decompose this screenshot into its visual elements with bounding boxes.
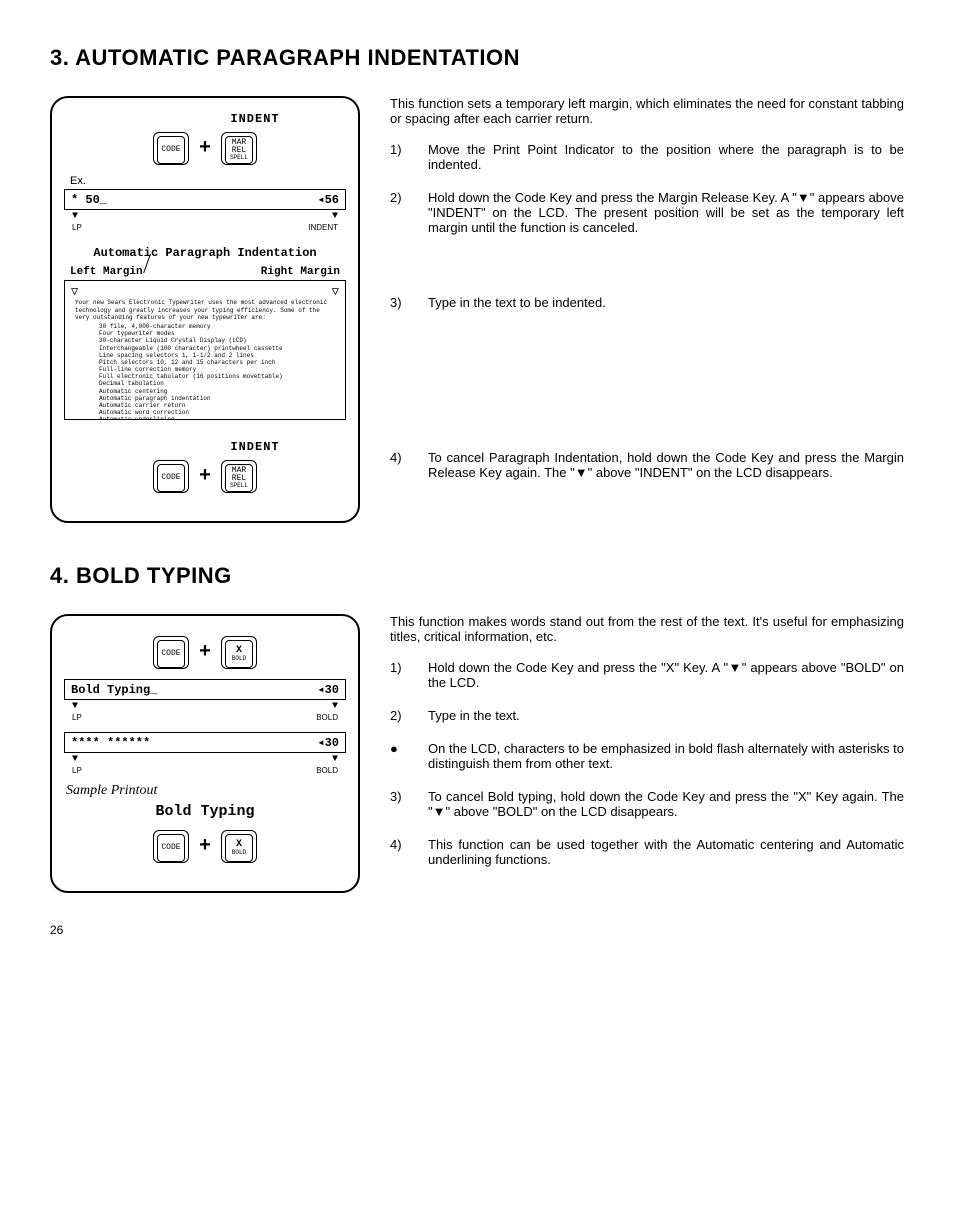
step-1: 1)Move the Print Point Indicator to the … — [390, 142, 904, 172]
key-combo-indent-bottom: CODE + MARRELSPELL — [64, 460, 346, 493]
step-2: 2)Type in the text. — [390, 708, 904, 723]
triangle-down-icon: ▼ — [72, 701, 78, 712]
key-combo-bold-bottom: CODE + XBOLD — [64, 830, 346, 863]
triangle-down-icon: ▼ — [332, 754, 338, 765]
triangle-down-icon: ▼ — [332, 701, 338, 712]
lp-label: LP — [72, 766, 82, 775]
section-3-intro: This function sets a temporary left marg… — [390, 96, 904, 126]
section-3-title: 3. AUTOMATIC PARAGRAPH INDENTATION — [50, 45, 904, 71]
right-margin-label: Right Margin — [261, 266, 340, 278]
step-4: 4)This function can be used together wit… — [390, 837, 904, 867]
lp-label: LP — [72, 223, 82, 232]
lcd-bold-2: **** ****** ◂30 — [64, 732, 346, 753]
page-number: 26 — [50, 923, 904, 937]
code-key: CODE — [153, 830, 189, 863]
step-3: 3)Type in the text to be indented. — [390, 295, 904, 310]
bold-label-small: BOLD — [316, 713, 338, 722]
code-key: CODE — [153, 460, 189, 493]
mar-rel-key: MARRELSPELL — [221, 132, 257, 165]
indent-label-small: INDENT — [308, 223, 338, 232]
indent-heading-2: INDENT — [164, 440, 346, 454]
step-1: 1)Hold down the Code Key and press the "… — [390, 660, 904, 690]
step-bullet: ●On the LCD, characters to be emphasized… — [390, 741, 904, 771]
triangle-down-icon: ▼ — [332, 211, 338, 222]
step-2: 2)Hold down the Code Key and press the M… — [390, 190, 904, 235]
triangle-down-icon: ▼ — [72, 211, 78, 222]
figure-indent-panel: INDENT CODE + MARRELSPELL Ex. * 50_ ◂56 … — [50, 96, 360, 523]
lp-label: LP — [72, 713, 82, 722]
section-4-title: 4. BOLD TYPING — [50, 563, 904, 589]
triangle-open-icon: ▽ — [71, 285, 78, 299]
section-4-intro: This function makes words stand out from… — [390, 614, 904, 644]
mar-rel-key: MARRELSPELL — [221, 460, 257, 493]
example-label: Ex. — [70, 175, 346, 187]
sample-printout-label: Sample Printout — [66, 783, 346, 799]
plus-icon: + — [199, 465, 211, 488]
lcd-bold-1: Bold Typing_ ◂30 — [64, 679, 346, 700]
plus-icon: + — [199, 835, 211, 858]
indented-page-illustration: ▽ ▽ Your new Sears Electronic Typewriter… — [64, 280, 346, 420]
step-3: 3)To cancel Bold typing, hold down the C… — [390, 789, 904, 819]
triangle-down-icon: ▼ — [72, 754, 78, 765]
plus-icon: + — [199, 137, 211, 160]
triangle-open-icon: ▽ — [332, 285, 339, 299]
bold-sample-text: Bold Typing — [64, 803, 346, 820]
step-4: 4)To cancel Paragraph Indentation, hold … — [390, 450, 904, 480]
x-bold-key: XBOLD — [221, 830, 257, 863]
figure-bold-panel: CODE + XBOLD Bold Typing_ ◂30 ▼ ▼ LP BOL… — [50, 614, 360, 893]
key-combo-bold-top: CODE + XBOLD — [64, 636, 346, 669]
indent-heading: INDENT — [164, 112, 346, 126]
bold-label-small: BOLD — [316, 766, 338, 775]
key-combo-indent-top: CODE + MARRELSPELL — [64, 132, 346, 165]
plus-icon: + — [199, 641, 211, 664]
left-margin-label: Left Margin — [70, 266, 143, 278]
lcd-display-1: * 50_ ◂56 — [64, 189, 346, 210]
figure-caption: Automatic Paragraph Indentation — [64, 246, 346, 260]
x-bold-key: XBOLD — [221, 636, 257, 669]
code-key: CODE — [153, 636, 189, 669]
code-key: CODE — [153, 132, 189, 165]
